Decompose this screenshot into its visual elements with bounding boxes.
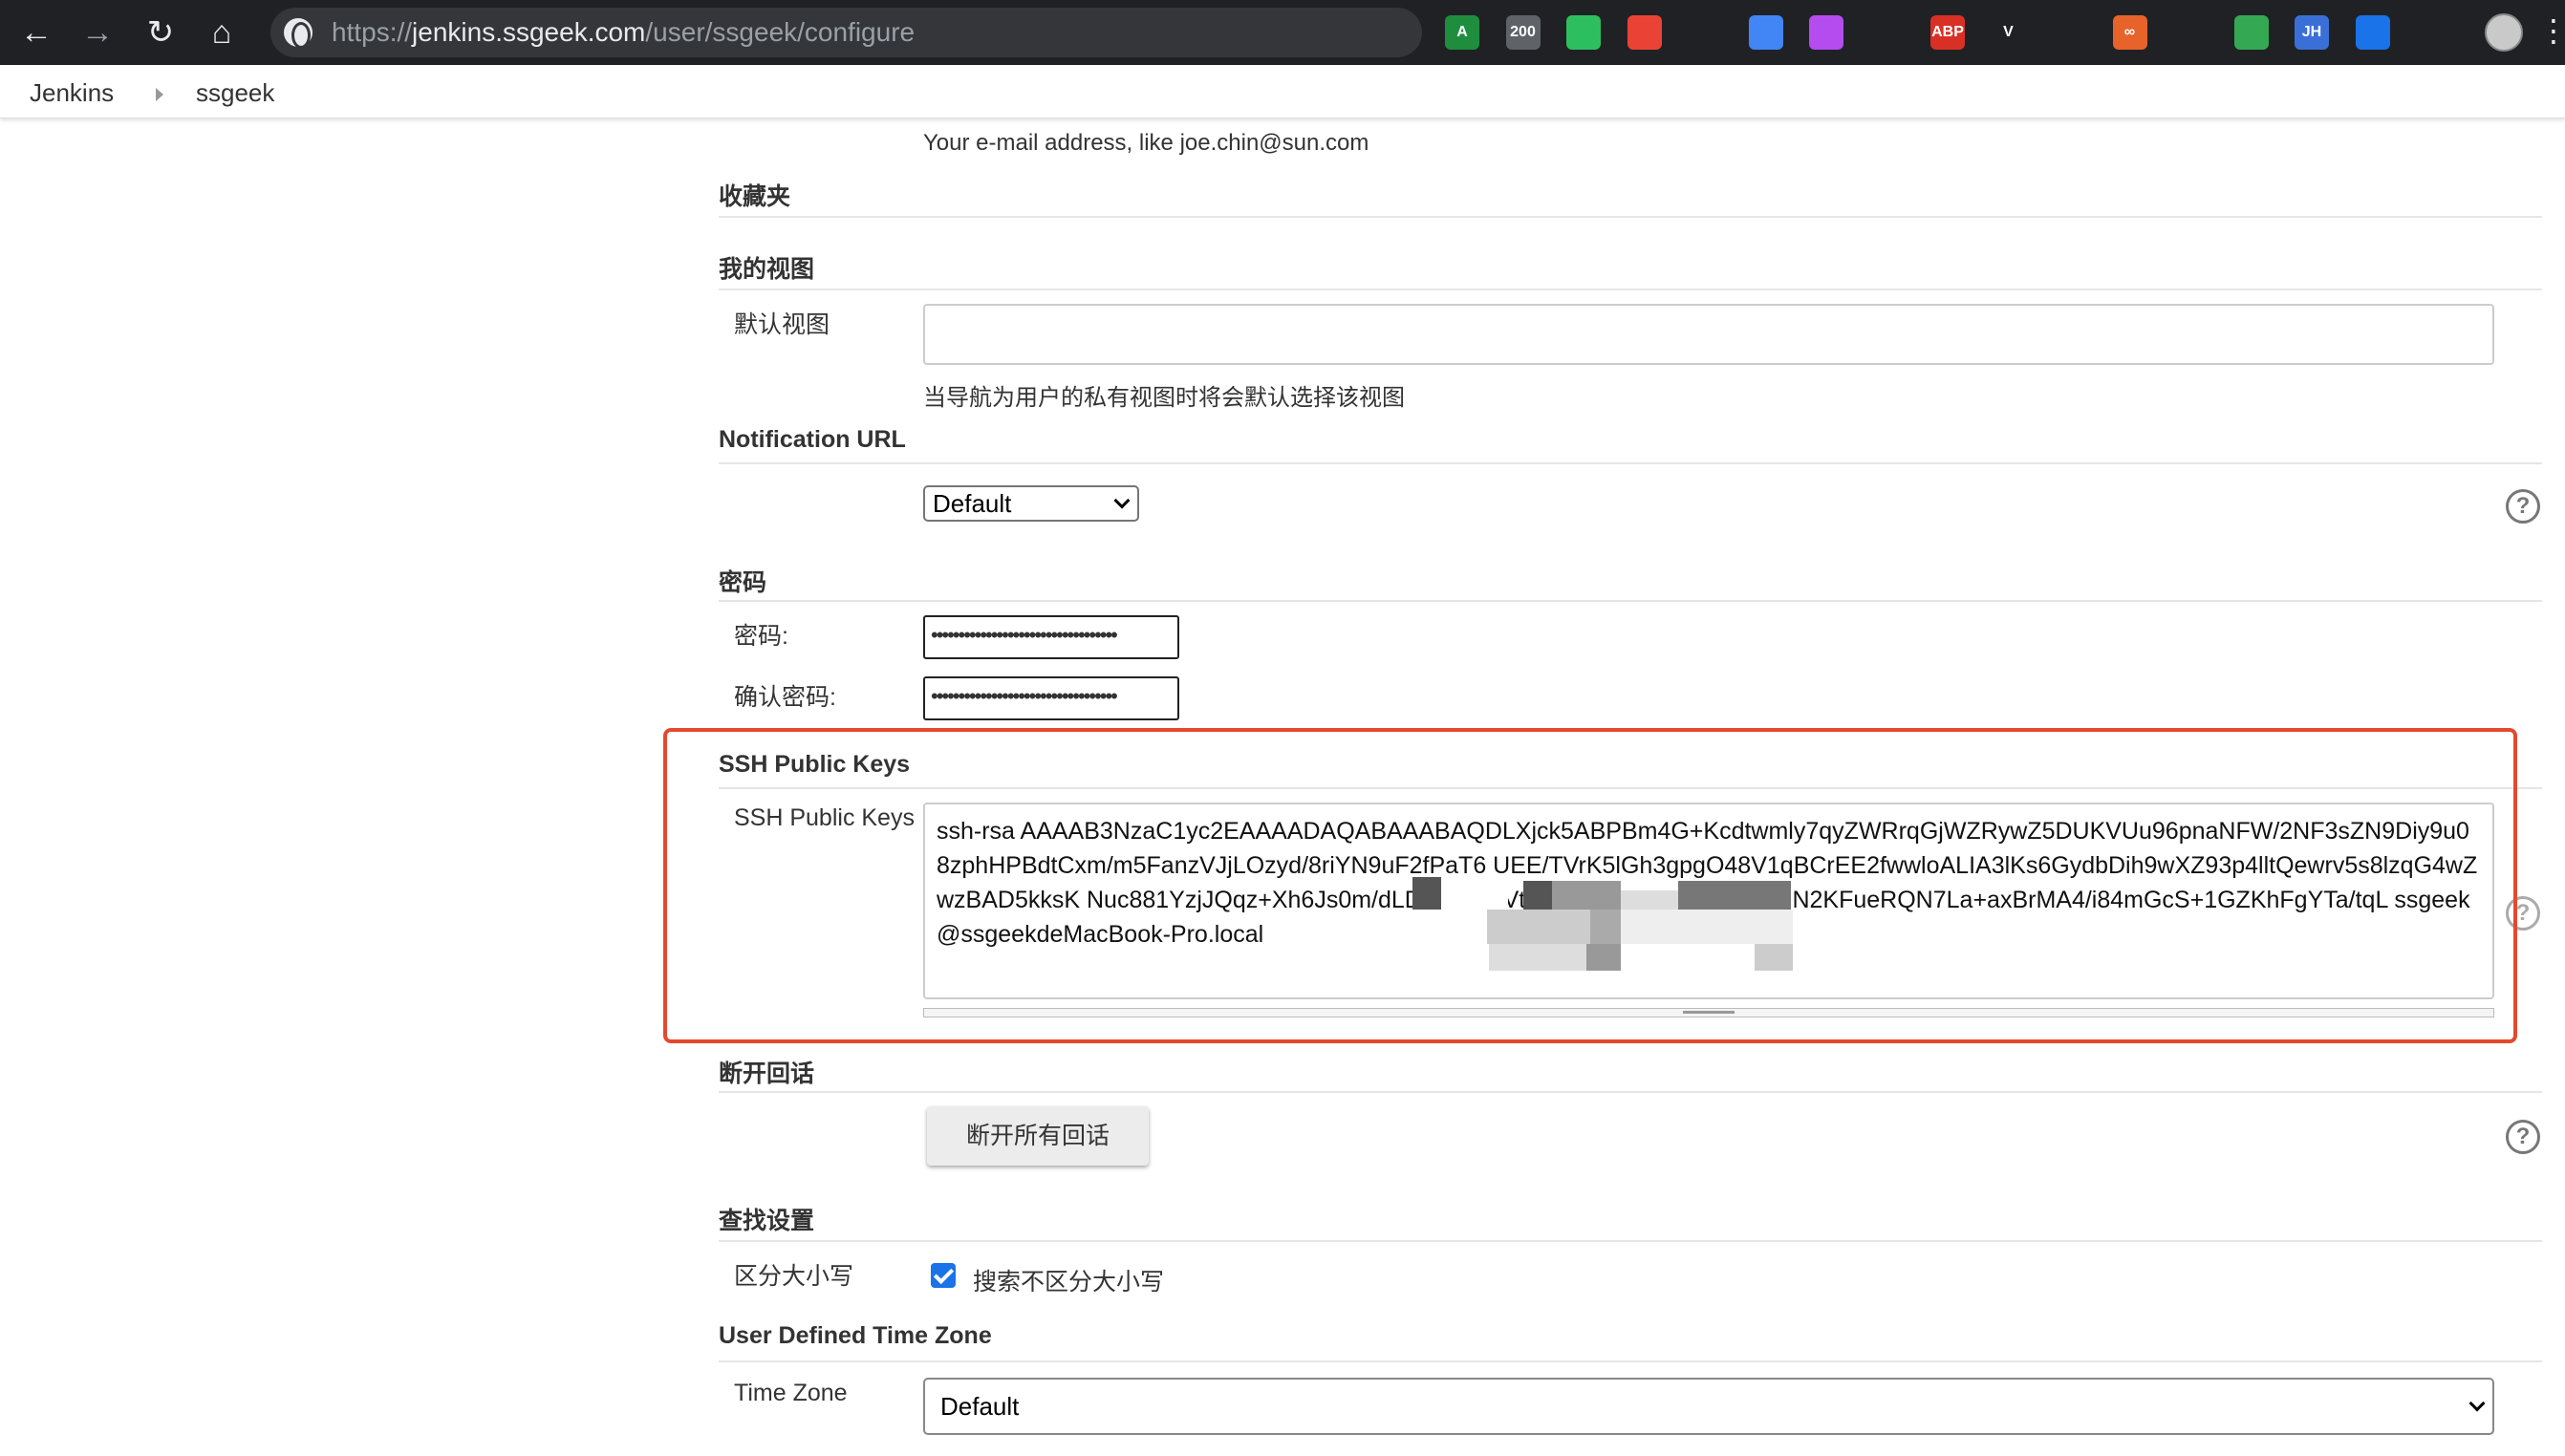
default-view-help: 当导航为用户的私有视图时将会默认选择该视图 bbox=[923, 385, 1405, 411]
section-divider bbox=[719, 600, 2542, 602]
case-sensitive-label: 区分大小写 bbox=[734, 1263, 854, 1290]
breadcrumb-chevron-icon bbox=[156, 88, 163, 101]
time-zone-label: Time Zone bbox=[734, 1380, 848, 1406]
evernote-icon[interactable] bbox=[1566, 15, 1601, 50]
notification-url-select[interactable]: Default bbox=[923, 485, 1139, 522]
case-insensitive-checkbox[interactable] bbox=[931, 1263, 956, 1288]
confirm-password-label: 确认密码: bbox=[734, 684, 836, 711]
red-extension-icon[interactable] bbox=[1627, 15, 1662, 50]
default-view-input[interactable] bbox=[923, 304, 2494, 365]
lightbulb-extension-icon[interactable] bbox=[2052, 15, 2086, 50]
time-zone-select[interactable]: Default bbox=[923, 1378, 2494, 1435]
url-text: https://jenkins.ssgeek.com/user/ssgeek/c… bbox=[332, 17, 916, 47]
200-extension-icon[interactable]: 200 bbox=[1505, 15, 1541, 50]
case-insensitive-checkbox-label[interactable]: 搜索不区分大小写 bbox=[973, 1263, 1164, 1297]
infinity-extension-icon[interactable]: ∞ bbox=[2112, 15, 2147, 50]
password-section-title: 密码 bbox=[719, 569, 767, 596]
breadcrumb-jenkins[interactable]: Jenkins bbox=[30, 78, 114, 108]
default-view-label: 默认视图 bbox=[734, 311, 830, 338]
email-help-text: Your e-mail address, like joe.chin@sun.c… bbox=[923, 130, 1369, 156]
cube-extension-icon[interactable] bbox=[2355, 15, 2390, 50]
address-bar[interactable]: https://jenkins.ssgeek.com/user/ssgeek/c… bbox=[270, 8, 1422, 57]
browser-toolbar: ← → ↻ ⌂ https://jenkins.ssgeek.com/user/… bbox=[0, 0, 2565, 65]
section-divider bbox=[719, 1091, 2542, 1093]
section-divider bbox=[719, 462, 2542, 464]
vue-devtools-icon[interactable]: V bbox=[1991, 15, 2026, 50]
section-divider bbox=[719, 216, 2542, 218]
puzzle-extensions-icon[interactable] bbox=[2416, 15, 2450, 50]
my-views-section-title: 我的视图 bbox=[719, 256, 815, 283]
chevron-down-icon bbox=[1113, 492, 1131, 509]
home-icon[interactable]: ⌂ bbox=[203, 13, 241, 52]
section-divider bbox=[719, 1240, 2542, 1242]
section-divider bbox=[719, 289, 2542, 290]
confirm-password-input[interactable]: •••••••••••••••••••••••••••••••••• bbox=[923, 676, 1179, 720]
chevron-down-icon bbox=[2468, 1395, 2486, 1412]
help-question-icon[interactable]: ? bbox=[2506, 489, 2540, 524]
disconnect-all-sessions-button[interactable]: 断开所有回话 bbox=[927, 1106, 1149, 1166]
notification-url-selected: Default bbox=[933, 488, 1012, 518]
breadcrumb-user[interactable]: ssgeek bbox=[196, 78, 274, 108]
speedometer-extension-icon[interactable] bbox=[2173, 15, 2208, 50]
disconnect-sessions-section-title: 断开回话 bbox=[719, 1060, 815, 1087]
translate-icon[interactable] bbox=[1748, 15, 1783, 50]
back-arrow-icon[interactable]: ← bbox=[17, 13, 55, 52]
help-question-icon[interactable]: ? bbox=[2506, 1120, 2540, 1154]
forward-arrow-icon[interactable]: → bbox=[78, 13, 117, 52]
password-label: 密码: bbox=[734, 623, 788, 650]
time-zone-section-title: User Defined Time Zone bbox=[719, 1322, 992, 1349]
site-info-icon[interactable] bbox=[284, 18, 313, 49]
time-zone-selected: Default bbox=[940, 1391, 1020, 1421]
menu-kebab-icon[interactable]: ⋮ bbox=[2538, 13, 2565, 52]
search-settings-section-title: 查找设置 bbox=[719, 1208, 815, 1234]
annotation-highlight-box bbox=[663, 728, 2517, 1043]
green-diamond-extension-icon[interactable] bbox=[2233, 15, 2269, 50]
cat-extension-icon[interactable] bbox=[1688, 15, 1722, 50]
section-divider bbox=[719, 1360, 2542, 1362]
a-extension-icon[interactable]: A bbox=[1445, 15, 1479, 50]
glasses-extension-icon[interactable] bbox=[1869, 15, 1905, 50]
jh-extension-icon[interactable]: JH bbox=[2295, 15, 2329, 50]
favorites-section-title: 收藏夹 bbox=[719, 183, 791, 210]
reload-icon[interactable]: ↻ bbox=[141, 13, 180, 52]
profile-avatar[interactable] bbox=[2485, 13, 2523, 52]
password-input[interactable]: •••••••••••••••••••••••••••••••••• bbox=[923, 615, 1179, 659]
breadcrumb: Jenkins ssgeek bbox=[0, 65, 2565, 118]
star-extension-icon[interactable] bbox=[1809, 15, 1843, 50]
notification-url-section-title: Notification URL bbox=[719, 426, 906, 453]
adblock-plus-icon[interactable]: ABP bbox=[1930, 15, 1965, 50]
